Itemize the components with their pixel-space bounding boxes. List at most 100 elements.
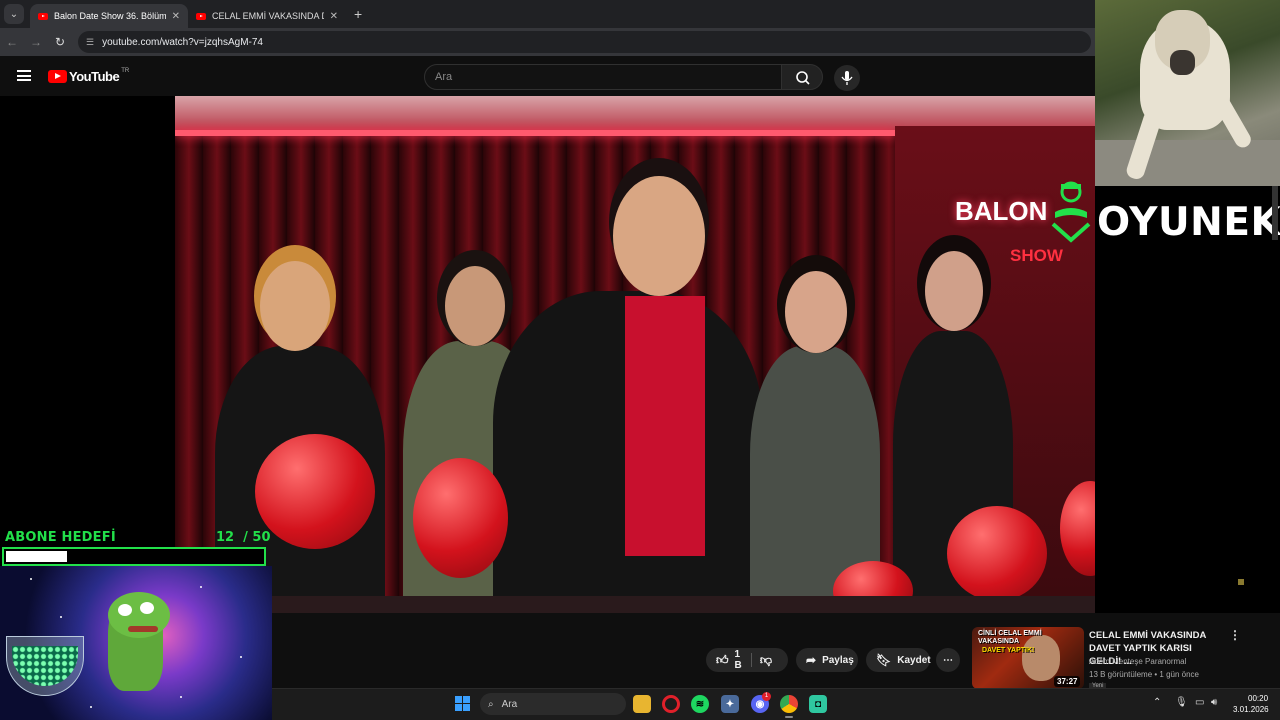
like-separator [751, 653, 752, 667]
search-icon: ⌕ [488, 698, 494, 710]
video-show-logo-sub: SHOW [1010, 246, 1063, 265]
goal-progress-fill [6, 551, 67, 562]
subscriber-goal-title: ABONE HEDEFİ [5, 530, 116, 545]
oyuneks-logo-icon [1051, 181, 1091, 243]
galaxy-star [200, 586, 202, 588]
address-bar: ← → ↻ ☰ youtube.com/watch?v=jzqhsAgM-74 [0, 28, 1095, 56]
voice-search-button[interactable] [834, 65, 860, 91]
youtube-play-icon [48, 70, 67, 83]
youtube-favicon-icon [38, 12, 48, 20]
recommended-channel[interactable]: Adem Menteşe Paranormal [1089, 657, 1186, 666]
tab-title: CELAL EMMİ VAKASINDA DAVET [212, 11, 324, 21]
tab-search-icon[interactable]: ⌄ [4, 4, 24, 24]
kebab-menu-icon[interactable]: ⋮ [1229, 628, 1241, 642]
chrome-icon[interactable] [780, 695, 798, 713]
back-icon[interactable]: ← [0, 35, 24, 49]
taskbar-search-placeholder: Ara [501, 698, 518, 710]
galaxy-star [60, 616, 62, 618]
clock-time[interactable]: 00:20 [1248, 694, 1268, 703]
file-explorer-icon[interactable] [633, 695, 651, 713]
recommended-meta: 13 B görüntüleme • 1 gün önce [1089, 670, 1199, 679]
video-person-head [445, 266, 505, 346]
site-info-icon[interactable]: ☰ [86, 37, 94, 48]
youtube-logo[interactable]: YouTube TR [48, 67, 130, 84]
video-person-head [785, 271, 847, 353]
tab-title: Balon Date Show 36. Bölüm - Yo [54, 11, 166, 21]
opera-icon[interactable] [662, 695, 680, 713]
brand-name: OYUNEKS [1097, 200, 1280, 245]
galaxy-star [30, 578, 32, 580]
video-duration: 37:27 [1054, 676, 1081, 687]
webcam-ground [1095, 140, 1280, 186]
video-show-logo: BALON [955, 196, 1048, 226]
webcam-overlay [1095, 0, 1280, 186]
menu-icon[interactable] [17, 70, 31, 81]
like-icon[interactable]: 👍︎ [716, 653, 729, 668]
share-icon: ➦ [806, 653, 817, 667]
tray-chevron-icon[interactable]: ⌃ [1153, 697, 1161, 708]
pepe-mouth [128, 626, 158, 632]
new-tab-icon[interactable]: + [354, 6, 362, 22]
browser-tab-bar: ⌄ Balon Date Show 36. Bölüm - Yo ✕ CELAL… [0, 0, 1095, 28]
youtube-logo-text: YouTube [69, 69, 120, 84]
url-text: youtube.com/watch?v=jzqhsAgM-74 [102, 36, 263, 48]
save-button[interactable]: 🔖︎ Kaydet [866, 648, 931, 672]
search-button[interactable] [781, 64, 823, 90]
microphone-icon[interactable]: 🎙︎ [1175, 697, 1188, 708]
app-icon[interactable]: ◘ [809, 695, 827, 713]
search-input[interactable]: Ara [424, 64, 782, 90]
panel-marker [1238, 579, 1244, 585]
reload-icon[interactable]: ↻ [48, 35, 72, 49]
display-icon[interactable]: ▭ [1195, 697, 1204, 708]
subscriber-goal-progress [2, 547, 266, 566]
thumbnail-text: CİNLİ CELAL EMMİ VAKASINDA [978, 630, 1042, 645]
video-balloon [947, 506, 1047, 601]
taskbar-search[interactable]: ⌕ Ara [480, 693, 626, 715]
youtube-favicon-icon [196, 12, 206, 20]
pepe-eye [140, 602, 154, 614]
search-icon [796, 71, 810, 85]
active-app-indicator [785, 716, 793, 718]
share-button[interactable]: ➦ Paylaş [796, 648, 858, 672]
tab-close-icon[interactable]: ✕ [172, 11, 180, 22]
pepe-eye [118, 604, 132, 616]
subscriber-goal-count: 12 / 50 [216, 530, 271, 545]
like-count[interactable]: 1 B [735, 649, 744, 671]
like-dislike-group: 👍︎ 1 B 👎︎ [706, 648, 788, 672]
galaxy-star [180, 696, 182, 698]
video-person-head [260, 261, 330, 351]
video-floor [175, 596, 1095, 613]
windows-start-icon[interactable] [455, 696, 470, 711]
spotify-icon[interactable]: ≋ [691, 695, 709, 713]
network-app-icon[interactable]: ✦ [721, 695, 739, 713]
video-balloon [255, 434, 375, 549]
clock-date[interactable]: 3.01.2026 [1233, 705, 1269, 714]
save-label: Kaydet [897, 654, 931, 666]
url-input[interactable]: ☰ youtube.com/watch?v=jzqhsAgM-74 [78, 31, 1091, 53]
pepe-galaxy-overlay [0, 566, 272, 720]
dislike-icon[interactable]: 👎︎ [760, 653, 772, 668]
video-person-head [613, 176, 705, 296]
tab-close-icon[interactable]: ✕ [330, 11, 338, 22]
video-balloon [413, 458, 508, 578]
galaxy-star [240, 656, 242, 658]
right-overlay-panel [1095, 186, 1280, 613]
browser-tab-active[interactable]: Balon Date Show 36. Bölüm - Yo ✕ [30, 4, 188, 28]
bookmark-icon: 🔖︎ [876, 653, 892, 667]
volume-icon[interactable]: 🔊︎ [1211, 697, 1217, 708]
forward-icon[interactable]: → [24, 35, 48, 49]
browser-tab[interactable]: CELAL EMMİ VAKASINDA DAVET ✕ [188, 4, 346, 28]
more-actions-button[interactable]: ⋯ [936, 648, 960, 672]
goal-total: / 50 [243, 530, 271, 545]
discord-notification-badge: 1 [762, 692, 771, 701]
country-code: TR [121, 67, 130, 74]
microphone-icon [841, 71, 853, 85]
thumbnail-text: DAVET YAPTIK! [982, 647, 1035, 654]
video-neon-strip [175, 130, 895, 136]
video-host-shirt [625, 296, 705, 556]
video-person-head [925, 251, 983, 331]
galaxy-star [90, 706, 92, 708]
windows-taskbar [272, 688, 1280, 720]
video-player[interactable]: BALON SHOW [175, 96, 1095, 613]
panel-scrollbar[interactable] [1272, 186, 1278, 240]
